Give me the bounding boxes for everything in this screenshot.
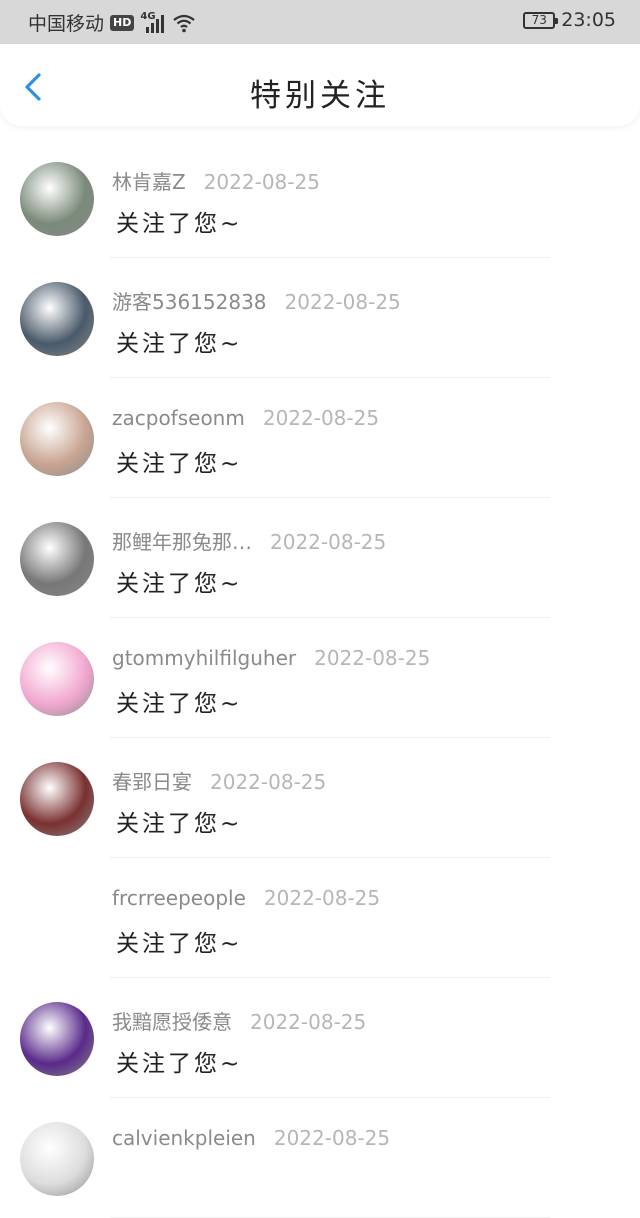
follow-date: 2022-08-25 <box>270 530 387 554</box>
list-item-meta: 春郢日宴 2022-08-25 <box>112 766 326 795</box>
user-name[interactable]: 那鲤年那兔那… <box>112 526 252 555</box>
follow-message: 关注了您~ <box>116 331 243 357</box>
status-bar: 中国移动 HD 4G 73 23:05 <box>0 0 640 44</box>
user-name[interactable]: zacpofseonm <box>112 406 245 430</box>
carrier-label: 中国移动 <box>28 13 105 35</box>
list-item[interactable]: 林肯嘉Z 2022-08-25 关注了您~ <box>0 138 640 258</box>
list-item-meta: gtommyhilfilguher 2022-08-25 <box>112 646 430 670</box>
list-item-meta: 林肯嘉Z 2022-08-25 <box>112 166 320 195</box>
follow-message: 关注了您~ <box>116 571 243 597</box>
follow-message: 关注了您~ <box>116 451 243 477</box>
user-name[interactable]: 春郢日宴 <box>112 766 192 795</box>
follow-date: 2022-08-25 <box>273 1126 391 1150</box>
wifi-icon <box>172 13 196 33</box>
list-item-meta: zacpofseonm 2022-08-25 <box>112 406 379 430</box>
avatar[interactable] <box>20 162 94 236</box>
avatar[interactable] <box>20 1002 94 1076</box>
battery-level: 73 <box>531 13 547 27</box>
user-name[interactable]: 林肯嘉Z <box>112 166 186 195</box>
list-item[interactable]: zacpofseonm 2022-08-25 关注了您~ <box>0 378 640 498</box>
top-bar: 特别关注 <box>0 44 640 126</box>
follow-date: 2022-08-25 <box>263 886 381 910</box>
list-item-meta: frcrreepeople 2022-08-25 <box>112 886 380 910</box>
follow-date: 2022-08-25 <box>203 170 320 194</box>
user-name[interactable]: gtommyhilfilguher <box>112 646 296 670</box>
user-name[interactable]: 我黯愿授倭意 <box>112 1006 232 1035</box>
user-name[interactable]: 游客536152838 <box>112 286 267 315</box>
list-item[interactable]: frcrreepeople 2022-08-25 关注了您~ <box>0 858 640 978</box>
list-item[interactable]: 那鲤年那兔那… 2022-08-25 关注了您~ <box>0 498 640 618</box>
list-item-meta: calvienkpleien 2022-08-25 <box>112 1126 390 1150</box>
follow-date: 2022-08-25 <box>250 1010 367 1034</box>
list-item[interactable]: 春郢日宴 2022-08-25 关注了您~ <box>0 738 640 858</box>
follow-date: 2022-08-25 <box>262 406 380 430</box>
follow-message: 关注了您~ <box>116 811 243 837</box>
page-title: 特别关注 <box>250 78 390 114</box>
clock: 23:05 <box>561 9 616 31</box>
list-item[interactable]: 游客536152838 2022-08-25 关注了您~ <box>0 258 640 378</box>
avatar[interactable] <box>20 282 94 356</box>
follow-date: 2022-08-25 <box>210 770 327 794</box>
avatar[interactable] <box>20 882 94 956</box>
follower-list: 林肯嘉Z 2022-08-25 关注了您~ 游客536152838 2022-08-25… <box>0 138 640 1218</box>
user-name[interactable]: calvienkpleien <box>112 1126 256 1150</box>
list-item[interactable]: gtommyhilfilguher 2022-08-25 关注了您~ <box>0 618 640 738</box>
list-item[interactable]: 我黯愿授倭意 2022-08-25 关注了您~ <box>0 978 640 1098</box>
list-item-meta: 我黯愿授倭意 2022-08-25 <box>112 1006 366 1035</box>
avatar[interactable] <box>20 1122 94 1196</box>
user-name[interactable]: frcrreepeople <box>112 886 246 910</box>
avatar[interactable] <box>20 522 94 596</box>
list-item-meta: 那鲤年那兔那… 2022-08-25 <box>112 526 386 555</box>
hd-badge: HD <box>110 14 135 31</box>
follow-message: 关注了您~ <box>116 691 243 717</box>
list-item-meta: 游客536152838 2022-08-25 <box>112 286 401 315</box>
avatar[interactable] <box>20 642 94 716</box>
follow-message: 关注了您~ <box>116 211 243 237</box>
list-item[interactable]: calvienkpleien 2022-08-25 <box>0 1098 640 1218</box>
status-bar-left: 中国移动 HD 4G <box>28 9 196 36</box>
follow-date: 2022-08-25 <box>314 646 431 670</box>
avatar[interactable] <box>20 402 94 476</box>
avatar[interactable] <box>20 762 94 836</box>
status-bar-right: 73 23:05 <box>523 9 616 31</box>
battery-icon: 73 <box>523 11 559 29</box>
follow-message: 关注了您~ <box>116 931 243 957</box>
follow-date: 2022-08-25 <box>284 290 401 314</box>
follow-message: 关注了您~ <box>116 1051 243 1077</box>
signal-icon: 4G <box>140 11 166 33</box>
